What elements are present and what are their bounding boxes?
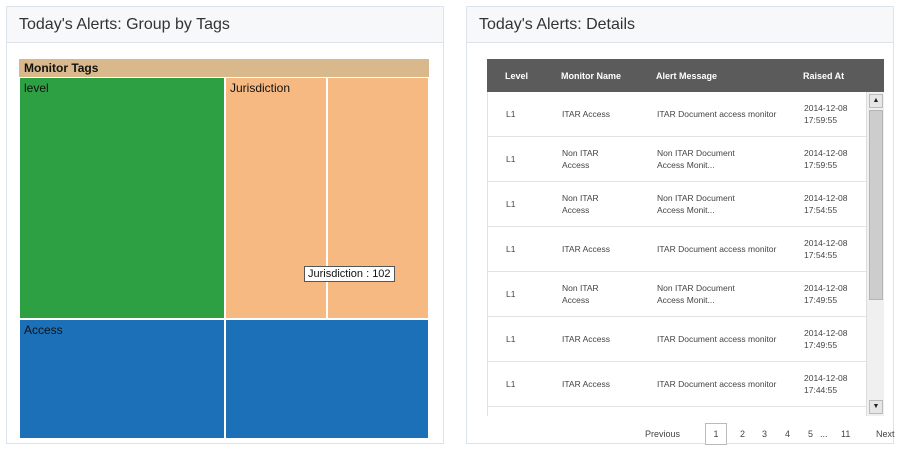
raised-date: 2014-12-08 (804, 373, 848, 383)
raised-date: 2014-12-08 (804, 103, 848, 113)
treemap-tooltip: Jurisdiction : 102 (304, 266, 395, 282)
cell-level: L1 (506, 199, 516, 209)
cell-raised-at: 2014-12-08 17:49:55 (804, 327, 864, 351)
table-row[interactable]: L1 ITAR Access ITAR Document access moni… (488, 227, 866, 272)
scroll-thumb[interactable] (869, 110, 883, 300)
raised-time: 17:59:55 (804, 160, 838, 170)
column-header-raised-at[interactable]: Raised At (803, 71, 844, 81)
group-by-tags-panel: Today's Alerts: Group by Tags Monitor Ta… (6, 6, 444, 444)
column-header-level[interactable]: Level (505, 71, 528, 81)
page-link[interactable]: 3 (762, 429, 767, 439)
previous-page-link[interactable]: Previous (645, 429, 680, 439)
raised-date: 2014-12-08 (804, 283, 848, 293)
cell-level: L1 (506, 109, 516, 119)
treemap-cell-jurisdiction[interactable]: Jurisdiction (225, 77, 327, 319)
cell-raised-at: 2014-12-08 17:59:55 (804, 102, 864, 126)
raised-time: 17:54:55 (804, 250, 838, 260)
panel-title: Today's Alerts: Details (467, 7, 893, 43)
cell-alert-message: Non ITAR Document Access Monit... (657, 193, 735, 215)
cell-alert-message: ITAR Document access monitor (657, 379, 777, 389)
treemap-cell-access-sub[interactable] (225, 319, 429, 439)
raised-time: 17:44:55 (804, 385, 838, 395)
raised-time: 17:59:55 (804, 115, 838, 125)
cell-level: L1 (506, 244, 516, 254)
cell-raised-at: 2014-12-08 17:54:55 (804, 192, 864, 216)
table-header: Level Monitor Name Alert Message Raised … (487, 59, 884, 92)
cell-level: L1 (506, 334, 516, 344)
cell-raised-at: 2014-12-08 17:44:55 (804, 372, 864, 396)
scroll-up-icon[interactable]: ▲ (869, 94, 883, 108)
raised-time: 17:54:55 (804, 205, 838, 215)
page-link[interactable]: 2 (740, 429, 745, 439)
raised-date: 2014-12-08 (804, 238, 848, 248)
cell-level: L1 (506, 289, 516, 299)
cell-alert-message: Non ITAR Document Access Monit... (657, 283, 735, 305)
treemap-label-jurisdiction: Jurisdiction (230, 81, 291, 95)
page-ellipsis: ... (820, 429, 828, 439)
page-link[interactable]: 4 (785, 429, 790, 439)
treemap-cell-jurisdiction-sub[interactable] (327, 77, 429, 319)
treemap-cell-level[interactable]: level (19, 77, 225, 319)
table-row[interactable]: L1 Non ITAR Access Non ITAR Document Acc… (488, 272, 866, 317)
raised-date: 2014-12-08 (804, 148, 848, 158)
cell-raised-at: 2014-12-08 17:54:55 (804, 237, 864, 261)
cell-alert-message: Non ITAR Document Access Monit... (657, 148, 735, 170)
cell-alert-message: ITAR Document access monitor (657, 244, 777, 254)
table-body: L1 ITAR Access ITAR Document access moni… (487, 92, 884, 416)
cell-monitor-name: ITAR Access (562, 109, 611, 119)
cell-monitor-name: ITAR Access (562, 244, 611, 254)
cell-raised-at: 2014-12-08 17:49:55 (804, 282, 864, 306)
treemap-label-access: Access (24, 323, 63, 337)
cell-level: L1 (506, 154, 516, 164)
raised-date: 2014-12-08 (804, 328, 848, 338)
page-link[interactable]: 11 (841, 429, 850, 439)
next-page-link[interactable]: Next (876, 429, 895, 439)
alerts-table: Level Monitor Name Alert Message Raised … (487, 59, 895, 445)
treemap-header: Monitor Tags (19, 59, 429, 77)
treemap-label-level: level (24, 81, 49, 95)
monitor-tags-treemap: Monitor Tags level Jurisdiction Access J… (19, 59, 429, 439)
cell-raised-at: 2014-12-08 17:59:55 (804, 147, 864, 171)
cell-monitor-name: ITAR Access (562, 379, 611, 389)
column-header-monitor-name[interactable]: Monitor Name (561, 71, 621, 81)
cell-monitor-name: Non ITAR Access (562, 193, 599, 215)
cell-monitor-name: Non ITAR Access (562, 283, 599, 305)
raised-time: 17:49:55 (804, 340, 838, 350)
table-row[interactable]: L1 ITAR Access ITAR Document access moni… (488, 362, 866, 407)
raised-time: 17:49:55 (804, 295, 838, 305)
table-row[interactable]: L1 Non ITAR Access Non ITAR Document Acc… (488, 137, 866, 182)
scroll-down-icon[interactable]: ▼ (869, 400, 883, 414)
treemap-cell-access[interactable]: Access (19, 319, 225, 439)
table-row[interactable]: L1 ITAR Access ITAR Document access moni… (488, 317, 866, 362)
cell-monitor-name: Non ITAR Access (562, 148, 599, 170)
cell-monitor-name: ITAR Access (562, 334, 611, 344)
table-scrollbar[interactable]: ▲ ▼ (866, 92, 884, 416)
column-header-alert-message[interactable]: Alert Message (656, 71, 717, 81)
page-link-current[interactable]: 1 (705, 423, 727, 445)
panel-title: Today's Alerts: Group by Tags (7, 7, 443, 43)
alert-details-panel: Today's Alerts: Details Level Monitor Na… (466, 6, 895, 445)
raised-date: 2014-12-08 (804, 193, 848, 203)
table-row[interactable]: L1 Non ITAR Access Non ITAR Document Acc… (488, 182, 866, 227)
cell-alert-message: ITAR Document access monitor (657, 109, 777, 119)
cell-alert-message: ITAR Document access monitor (657, 334, 777, 344)
page-link[interactable]: 5 (808, 429, 813, 439)
cell-level: L1 (506, 379, 516, 389)
table-row[interactable]: L1 ITAR Access ITAR Document access moni… (488, 92, 866, 137)
pagination: Previous 1 2 3 4 5 ... 11 Next (487, 423, 900, 445)
